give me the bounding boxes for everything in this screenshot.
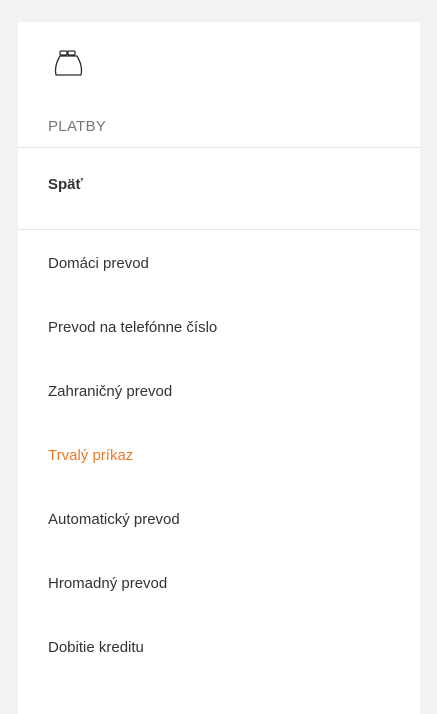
menu-item-label: Domáci prevod (48, 255, 149, 272)
section-header: PLATBY (18, 22, 420, 147)
section-title: PLATBY (48, 118, 107, 135)
menu-item-label: Dobitie kreditu (48, 639, 144, 656)
payments-menu-panel: PLATBY Späť Domáci prevod Prevod na tele… (18, 22, 420, 714)
divider (18, 147, 420, 148)
menu-item-label: Prevod na telefónne číslo (48, 319, 218, 336)
payments-menu: Domáci prevod Prevod na telefónne číslo … (18, 252, 420, 700)
menu-item-automatic-transfer[interactable]: Automatický prevod (18, 508, 420, 572)
menu-item-label: Zahraničný prevod (48, 383, 173, 400)
back-link[interactable]: Späť (48, 176, 83, 193)
divider (18, 229, 420, 230)
menu-item-phone-transfer[interactable]: Prevod na telefónne číslo (18, 316, 420, 380)
menu-item-bulk-transfer[interactable]: Hromadný prevod (18, 572, 420, 636)
menu-item-foreign-transfer[interactable]: Zahraničný prevod (18, 380, 420, 444)
purse-icon (54, 50, 83, 76)
menu-item-domestic-transfer[interactable]: Domáci prevod (18, 252, 420, 316)
menu-item-label: Trvalý príkaz (48, 447, 134, 464)
menu-item-credit-topup[interactable]: Dobitie kreditu (18, 636, 420, 700)
menu-item-label: Hromadný prevod (48, 575, 168, 592)
menu-item-label: Automatický prevod (48, 511, 180, 528)
menu-item-standing-order[interactable]: Trvalý príkaz (18, 444, 420, 508)
